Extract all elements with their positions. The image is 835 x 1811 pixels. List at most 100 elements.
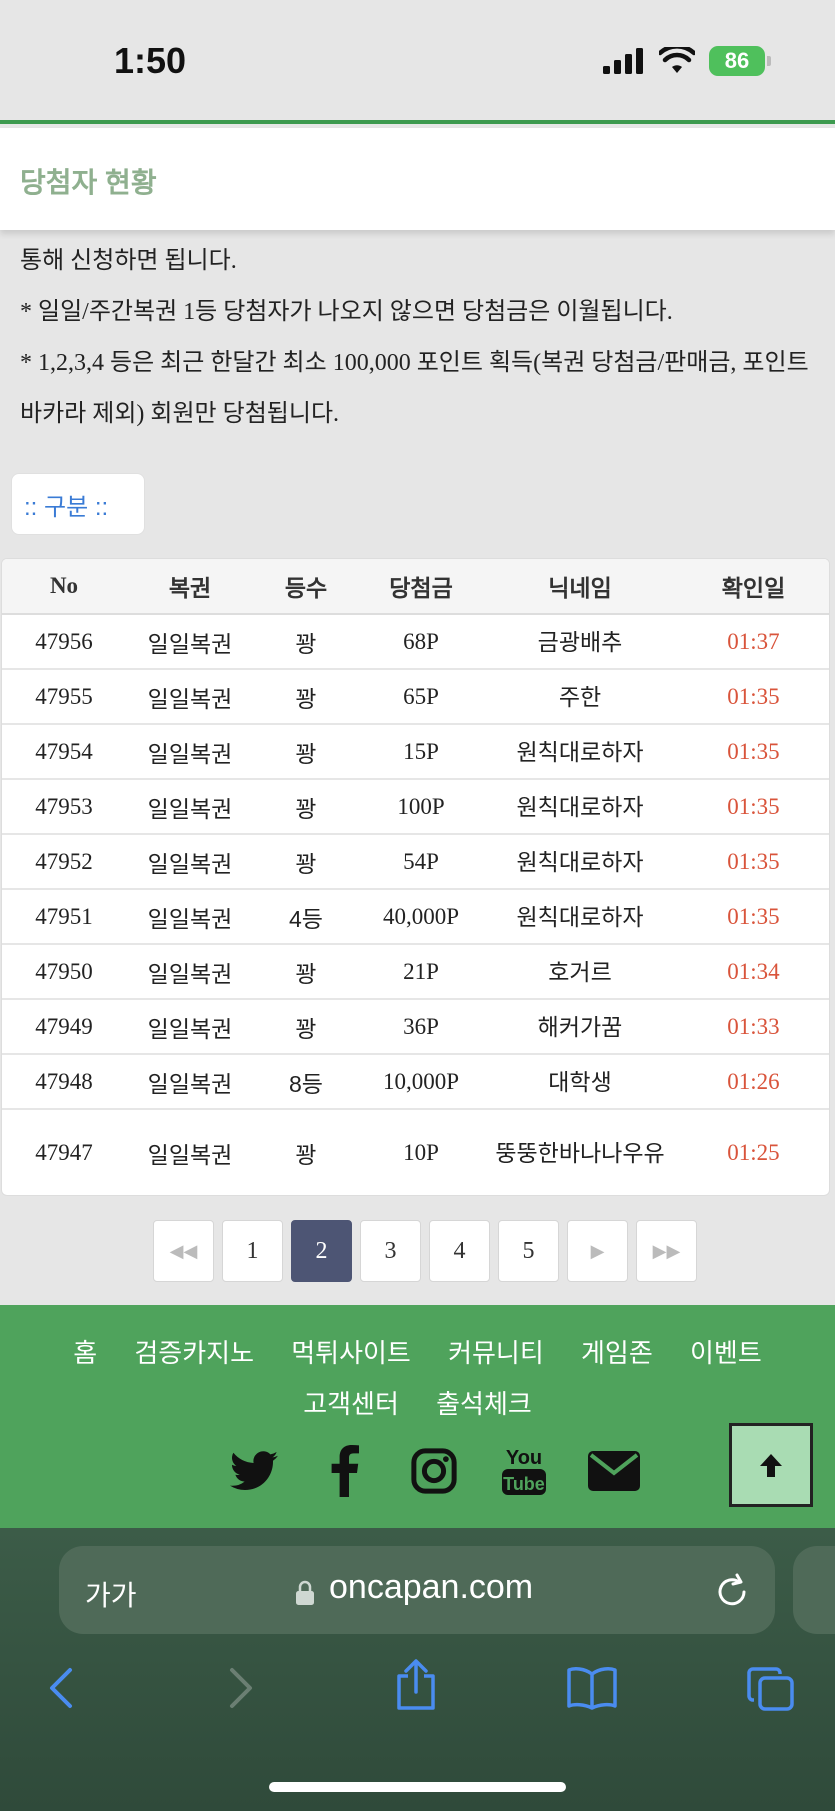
row-rank: 꽝	[254, 944, 358, 1000]
row-no: 47955	[2, 669, 126, 725]
row-nickname: 대학생	[484, 1054, 676, 1110]
table-row: 47947 일일복권 꽝 10P 뚱뚱한바나나우유 01:25	[2, 1109, 829, 1195]
last-page-button[interactable]: ▶▶	[636, 1220, 697, 1282]
tabs-icon[interactable]	[746, 1666, 796, 1712]
footer-link-scam-sites[interactable]: 먹튀사이트	[291, 1338, 411, 1368]
row-prize: 15P	[358, 724, 484, 780]
row-prize: 10P	[403, 1139, 439, 1165]
row-prize: 65P	[358, 669, 484, 725]
forward-icon[interactable]	[226, 1666, 256, 1710]
row-lottery: 일일복권	[126, 779, 254, 835]
row-lottery: 일일복권	[126, 999, 254, 1055]
svg-text:Tube: Tube	[503, 1474, 545, 1494]
back-icon[interactable]	[46, 1666, 76, 1710]
row-prize: 36P	[358, 999, 484, 1055]
row-lottery: 일일복권	[126, 834, 254, 890]
row-prize: 10,000P	[358, 1054, 484, 1110]
row-nickname: 원칙대로하자	[484, 889, 676, 945]
row-prize: 54P	[358, 834, 484, 890]
first-page-button[interactable]: ◀◀	[153, 1220, 214, 1282]
row-no: 47948	[2, 1054, 126, 1110]
footer-link-events[interactable]: 이벤트	[690, 1338, 762, 1368]
battery-level: 86	[724, 48, 750, 73]
row-nickname: 원칙대로하자	[484, 724, 676, 780]
table-row: 47948 일일복권 8등 10,000P 대학생 01:26	[2, 1054, 829, 1110]
winners-table: No 복권 등수 당첨금 닉네임 확인일 47956 일일복권 꽝 68P 금광배추 01…	[1, 558, 830, 1196]
row-no: 47954	[2, 724, 126, 780]
next-page-button[interactable]: ▶	[567, 1220, 628, 1282]
row-lottery: 일일복권	[126, 669, 254, 725]
wifi-icon	[659, 47, 695, 73]
row-date: 01:33	[676, 999, 829, 1055]
mail-icon[interactable]	[588, 1445, 640, 1497]
row-lottery: 일일복권	[126, 614, 254, 670]
row-no: 47949	[2, 999, 126, 1055]
status-bar: 1:50 86	[0, 0, 835, 124]
svg-text:You: You	[506, 1447, 542, 1469]
double-chevron-left-icon: ◀◀	[169, 1240, 198, 1262]
youtube-icon[interactable]: You Tube	[498, 1445, 550, 1497]
page-5-button[interactable]: 5	[498, 1220, 559, 1282]
table-row: 47956 일일복권 꽝 68P 금광배추 01:37	[2, 614, 829, 670]
row-no: 47956	[2, 614, 126, 670]
notice-line: 통해 신청하면 됩니다.	[20, 248, 237, 274]
chevron-right-icon: ▶	[590, 1240, 605, 1262]
address-bar[interactable]: 가가 oncapan.com	[59, 1546, 775, 1634]
row-lottery: 일일복권	[126, 724, 254, 780]
footer-link-community[interactable]: 커뮤니티	[448, 1338, 544, 1368]
row-lottery: 일일복권	[126, 889, 254, 945]
row-rank: 꽝	[254, 999, 358, 1055]
page-4-button[interactable]: 4	[429, 1220, 490, 1282]
footer-link-verified-casino[interactable]: 검증카지노	[134, 1338, 254, 1368]
row-date: 01:37	[676, 614, 829, 670]
row-lottery: 일일복권	[126, 944, 254, 1000]
row-nickname: 금광배추	[484, 614, 676, 670]
page-1-button[interactable]: 1	[222, 1220, 283, 1282]
page-title: 당첨자 현황	[20, 167, 157, 198]
text-size-button[interactable]: 가가	[85, 1574, 137, 1614]
table-row: 47955 일일복권 꽝 65P 주한 01:35	[2, 669, 829, 725]
notice-line: * 일일/주간복권 1등 당첨자가 나오지 않으면 당첨금은 이월됩니다.	[20, 299, 673, 325]
table-row: 47953 일일복권 꽝 100P 원칙대로하자 01:35	[2, 779, 829, 835]
next-tab-preview[interactable]	[793, 1546, 835, 1634]
page-2-button[interactable]: 2	[291, 1220, 352, 1282]
row-no: 47950	[2, 944, 126, 1000]
row-rank: 꽝	[254, 669, 358, 725]
instagram-icon[interactable]	[408, 1445, 460, 1497]
row-date: 01:35	[676, 779, 829, 835]
reload-icon[interactable]	[715, 1572, 749, 1608]
row-prize: 68P	[358, 614, 484, 670]
row-no: 47951	[2, 889, 126, 945]
row-lottery: 일일복권	[147, 1141, 233, 1168]
facebook-icon[interactable]	[318, 1445, 370, 1497]
double-chevron-right-icon: ▶▶	[652, 1240, 681, 1262]
notice-line: * 1,2,3,4 등은 최근 한달간 최소 100,000 포인트 획득(복권…	[20, 350, 809, 427]
footer-link-attendance[interactable]: 출석체크	[436, 1389, 532, 1419]
lock-icon	[296, 1580, 314, 1605]
twitter-icon[interactable]	[228, 1445, 280, 1497]
row-date: 01:35	[676, 724, 829, 780]
row-nickname: 해커가꿈	[484, 999, 676, 1055]
row-nickname: 주한	[484, 669, 676, 725]
col-header-prize: 당첨금	[358, 559, 484, 615]
row-nickname: 호거르	[484, 944, 676, 1000]
pagination: ◀◀ 1 2 3 4 5 ▶ ▶▶	[153, 1220, 697, 1282]
footer-link-home[interactable]: 홈	[73, 1338, 97, 1368]
footer-link-game-zone[interactable]: 게임존	[581, 1338, 653, 1368]
table-row: 47950 일일복권 꽝 21P 호거르 01:34	[2, 944, 829, 1000]
row-no: 47952	[2, 834, 126, 890]
row-lottery: 일일복권	[126, 1054, 254, 1110]
footer-link-customer-center[interactable]: 고객센터	[303, 1389, 399, 1419]
row-date: 01:34	[676, 944, 829, 1000]
bookmarks-icon[interactable]	[566, 1666, 618, 1710]
category-filter-button[interactable]: :: 구분 ::	[11, 473, 145, 535]
arrow-up-icon	[760, 1454, 782, 1477]
battery-icon: 86	[709, 46, 771, 76]
status-icons: 86	[603, 46, 771, 76]
status-time: 1:50	[114, 40, 187, 81]
table-row: 47951 일일복권 4등 40,000P 원칙대로하자 01:35	[2, 889, 829, 945]
row-date: 01:35	[676, 834, 829, 890]
page-3-button[interactable]: 3	[360, 1220, 421, 1282]
scroll-to-top-button[interactable]	[729, 1423, 813, 1507]
share-icon[interactable]	[394, 1658, 438, 1712]
